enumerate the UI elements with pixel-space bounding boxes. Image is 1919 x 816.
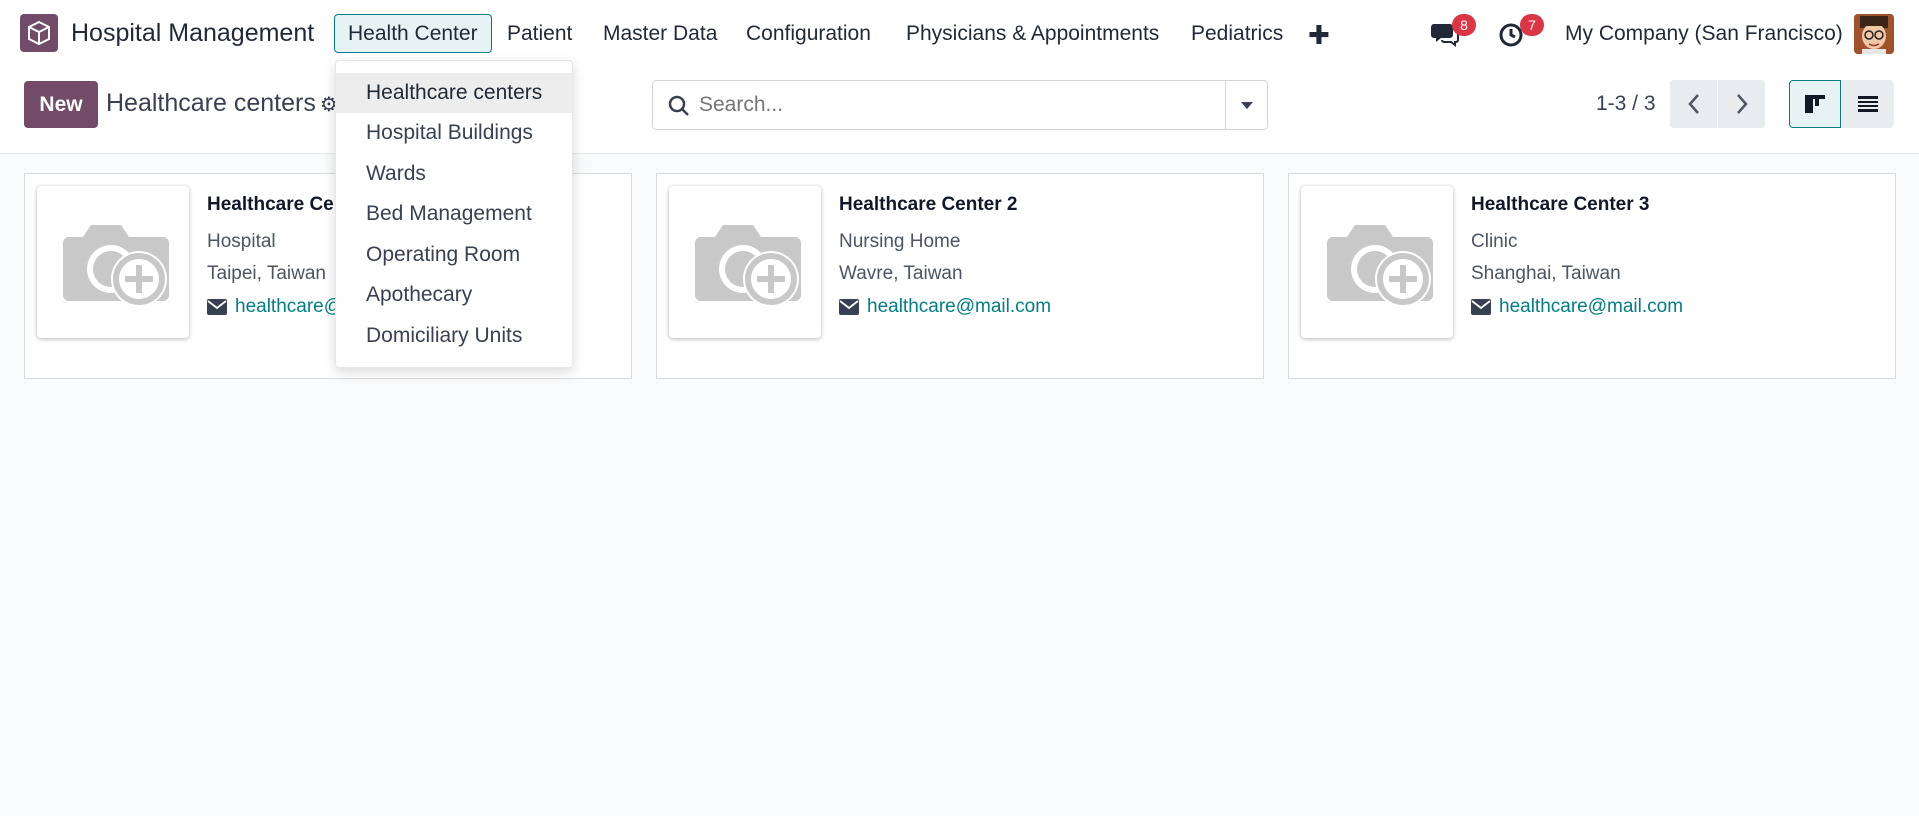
menu-master-data[interactable]: Master Data <box>590 14 730 53</box>
card-title: Healthcare Cer <box>207 194 342 215</box>
menu-physicians-appointments[interactable]: Physicians & Appointments <box>893 14 1172 53</box>
kanban-card[interactable]: Healthcare Center 3 Clinic Shanghai, Tai… <box>1288 173 1896 379</box>
app-name[interactable]: Hospital Management <box>71 19 314 48</box>
page-title: Healthcare centers <box>106 89 316 117</box>
envelope-icon <box>207 299 227 315</box>
card-type: Clinic <box>1471 231 1518 252</box>
card-email[interactable]: healthcare@mail.com <box>839 296 1051 318</box>
search-bar <box>652 80 1268 130</box>
card-email-text[interactable]: healthcare@mail.com <box>1499 296 1683 318</box>
caret-down-icon <box>1240 102 1253 109</box>
avatar[interactable] <box>1854 14 1894 54</box>
dropdown-item-healthcare-centers[interactable]: Healthcare centers <box>336 73 572 113</box>
camera-placeholder-icon <box>37 186 189 338</box>
card-title: Healthcare Center 3 <box>1471 194 1650 215</box>
dropdown-item-bed-management[interactable]: Bed Management <box>336 194 572 234</box>
card-email[interactable]: healthcare@ <box>207 296 343 318</box>
card-location: Taipei, Taiwan <box>207 263 327 284</box>
card-location: Shanghai, Taiwan <box>1471 263 1621 284</box>
list-view-button[interactable] <box>1842 80 1894 128</box>
search-input[interactable] <box>699 93 1199 117</box>
kanban-card[interactable]: Healthcare Center 2 Nursing Home Wavre, … <box>656 173 1264 379</box>
envelope-icon <box>1471 299 1491 315</box>
card-location: Wavre, Taiwan <box>839 263 963 284</box>
card-email[interactable]: healthcare@mail.com <box>1471 296 1683 318</box>
menu-configuration[interactable]: Configuration <box>733 14 884 53</box>
health-center-dropdown: Healthcare centers Hospital Buildings Wa… <box>335 60 573 368</box>
search-options-toggle[interactable] <box>1225 81 1267 129</box>
pager-next-button[interactable] <box>1718 80 1765 128</box>
card-type: Hospital <box>207 231 276 252</box>
menu-health-center[interactable]: Health Center <box>334 14 492 53</box>
dropdown-item-operating-room[interactable]: Operating Room <box>336 235 572 275</box>
card-email-text[interactable]: healthcare@mail.com <box>867 296 1051 318</box>
dropdown-item-domiciliary-units[interactable]: Domiciliary Units <box>336 316 572 356</box>
list-icon <box>1858 96 1878 112</box>
kanban-icon <box>1805 95 1825 113</box>
messages-icon[interactable]: 8 <box>1430 14 1476 48</box>
plus-icon[interactable]: ✚ <box>1308 20 1330 51</box>
app-logo-icon[interactable] <box>20 14 58 52</box>
pager-previous-button[interactable] <box>1670 80 1717 128</box>
dropdown-item-apothecary[interactable]: Apothecary <box>336 275 572 315</box>
menu-pediatrics[interactable]: Pediatrics <box>1178 14 1296 53</box>
top-navbar: Hospital Management Health Center Patien… <box>0 0 1919 68</box>
chevron-right-icon <box>1736 94 1748 114</box>
search-icon <box>667 94 691 123</box>
card-email-text[interactable]: healthcare@ <box>235 296 343 318</box>
kanban-view-button[interactable] <box>1789 80 1841 128</box>
messages-badge: 8 <box>1452 14 1476 36</box>
camera-placeholder-icon <box>1301 186 1453 338</box>
camera-placeholder-icon <box>669 186 821 338</box>
pager-value[interactable]: 1-3 / 3 <box>1596 92 1656 116</box>
new-button[interactable]: New <box>24 81 98 128</box>
company-switcher[interactable]: My Company (San Francisco) <box>1565 22 1843 46</box>
envelope-icon <box>839 299 859 315</box>
activities-clock-icon[interactable]: 7 <box>1498 14 1544 48</box>
card-type: Nursing Home <box>839 231 961 252</box>
dropdown-item-hospital-buildings[interactable]: Hospital Buildings <box>336 113 572 153</box>
dropdown-item-wards[interactable]: Wards <box>336 154 572 194</box>
control-panel: New Healthcare centers ⚙ 1-3 / 3 <box>0 68 1919 154</box>
activities-badge: 7 <box>1520 14 1544 36</box>
menu-patient[interactable]: Patient <box>494 14 585 53</box>
card-title: Healthcare Center 2 <box>839 194 1018 215</box>
chevron-left-icon <box>1687 94 1699 114</box>
